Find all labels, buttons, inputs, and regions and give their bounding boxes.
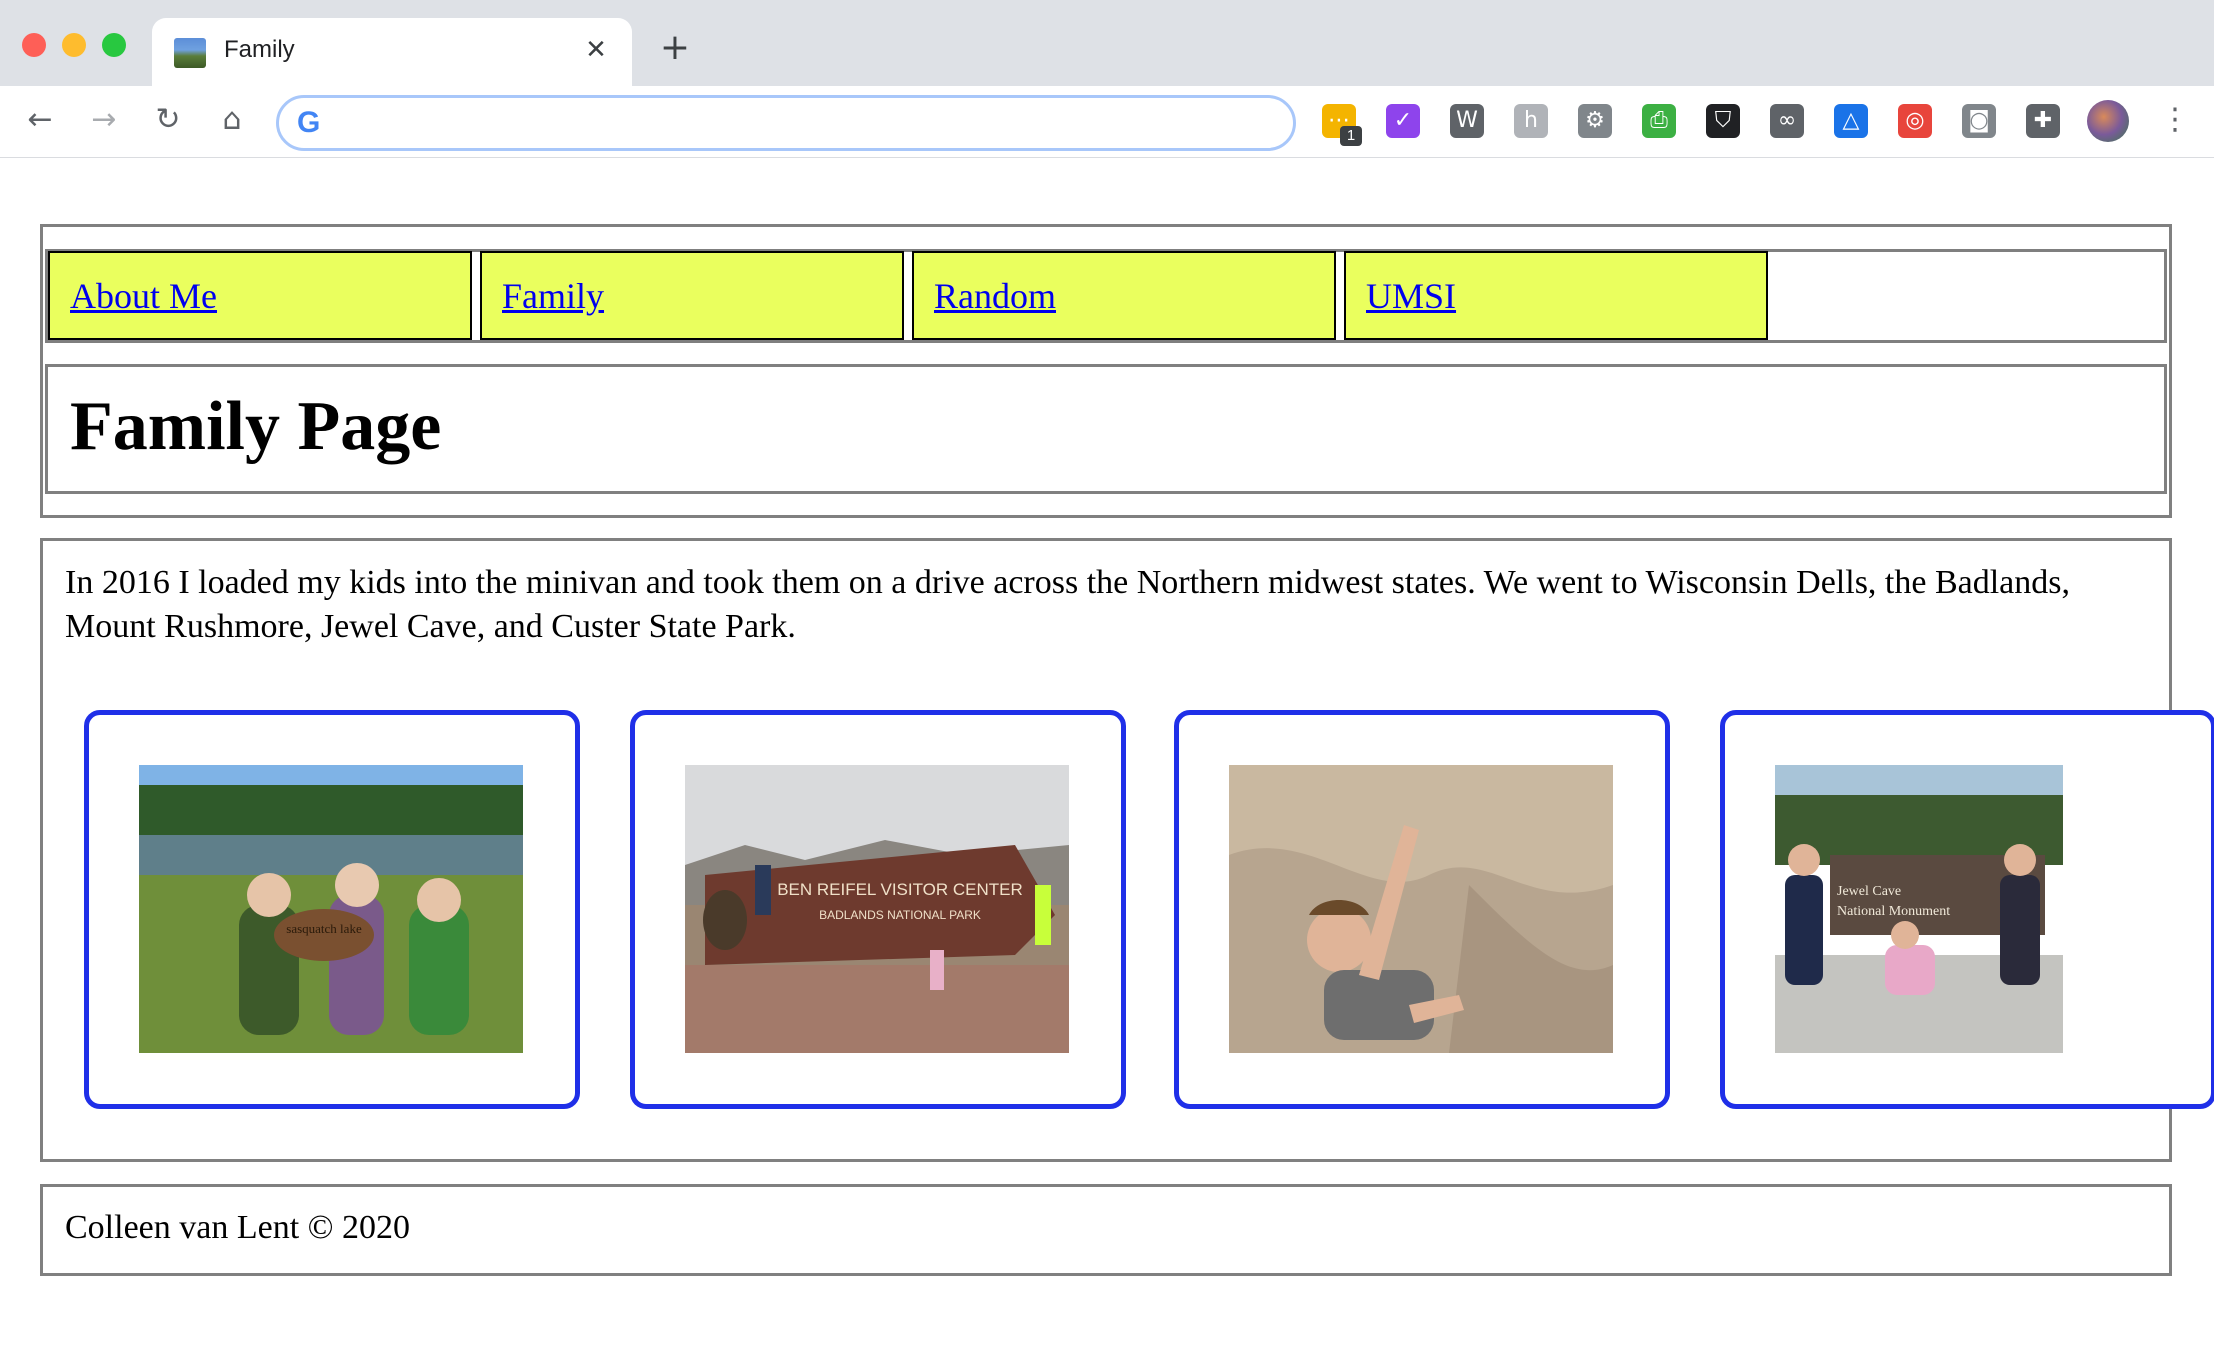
nav-link-umsi[interactable]: UMSI (1366, 275, 1456, 317)
w-logo-icon[interactable]: W (1450, 104, 1484, 138)
camera-icon[interactable]: ◙ (1962, 104, 1996, 138)
footer: Colleen van Lent © 2020 (40, 1184, 2172, 1276)
nav-item-about-me[interactable]: About Me (48, 251, 472, 340)
title-container: Family Page (45, 364, 2167, 494)
tab-close-icon[interactable]: ✕ (578, 32, 614, 68)
checkmark-extension-icon[interactable]: ✓ (1386, 104, 1420, 138)
h-extension-icon[interactable]: h (1514, 104, 1548, 138)
address-input[interactable] (339, 106, 1269, 142)
address-bar[interactable]: G (276, 95, 1296, 151)
new-tab-button[interactable]: + (655, 28, 695, 68)
window-minimize-button[interactable] (62, 33, 86, 57)
nav-item-random[interactable]: Random (912, 251, 1336, 340)
nav-item-umsi[interactable]: UMSI (1344, 251, 1768, 340)
forward-button[interactable]: → (84, 100, 124, 140)
page-title: Family Page (70, 388, 442, 465)
photo-sign-line1: Jewel Cave (1837, 884, 1901, 899)
photo-card: sasquatch lake (84, 710, 580, 1109)
photo-card: BEN REIFEL VISITOR CENTER BADLANDS NATIO… (630, 710, 1126, 1109)
tab-favicon-icon (174, 38, 206, 68)
photo-visitor-center: BEN REIFEL VISITOR CENTER BADLANDS NATIO… (685, 765, 1069, 1053)
photo-card: Jewel Cave National Monument (1720, 710, 2214, 1109)
nav-link-random[interactable]: Random (934, 275, 1056, 317)
back-button[interactable]: ← (20, 100, 60, 140)
glasses-icon[interactable]: ∞ (1770, 104, 1804, 138)
photo-jewel-cave: Jewel Cave National Monument (1775, 765, 2063, 1053)
active-tab[interactable]: Family ✕ (152, 18, 632, 86)
color-wheel-icon[interactable]: ◎ (1898, 104, 1932, 138)
nav-link-family[interactable]: Family (502, 275, 604, 317)
photo-sign-line1: BEN REIFEL VISITOR CENTER (777, 880, 1023, 899)
photo-sign-line2: BADLANDS NATIONAL PARK (819, 908, 981, 922)
shield-icon[interactable]: ⛉ (1706, 104, 1740, 138)
tab-title: Family (224, 36, 295, 63)
photo-sasquatch-lake: sasquatch lake (139, 765, 523, 1053)
home-button[interactable]: ⌂ (212, 100, 252, 140)
browser-menu-icon[interactable]: ⋮ (2160, 98, 2190, 142)
window-maximize-button[interactable] (102, 33, 126, 57)
browser-tab-strip: Family ✕ + (0, 0, 2214, 86)
photo-card (1174, 710, 1670, 1109)
reload-button[interactable]: ↻ (148, 100, 188, 140)
intro-paragraph: In 2016 I loaded my kids into the miniva… (65, 564, 2071, 645)
gear-extension-icon[interactable]: ⚙ (1578, 104, 1612, 138)
google-icon: G (297, 106, 321, 139)
browser-toolbar: ← → ↻ ⌂ G ⋯ 1 ✓ Wh ⚙ ⎙ ⛉ ∞ △ ◎ ◙ ✚ ⋮ (0, 86, 2214, 158)
photo-sign-text: sasquatch lake (286, 921, 362, 936)
photo-sign-line2: National Monument (1837, 904, 1950, 919)
profile-avatar[interactable] (2087, 100, 2129, 142)
nav-link-about-me[interactable]: About Me (70, 275, 217, 317)
ax-triangle-icon[interactable]: △ (1834, 104, 1868, 138)
window-close-button[interactable] (22, 33, 46, 57)
nav-item-family[interactable]: Family (480, 251, 904, 340)
footer-copyright: Colleen van Lent © 2020 (65, 1209, 410, 1246)
photo-rock-climb (1229, 765, 1613, 1053)
extension-badge: 1 (1340, 126, 1362, 146)
print-friendly-icon[interactable]: ⎙ (1642, 104, 1676, 138)
puzzle-icon[interactable]: ✚ (2026, 104, 2060, 138)
